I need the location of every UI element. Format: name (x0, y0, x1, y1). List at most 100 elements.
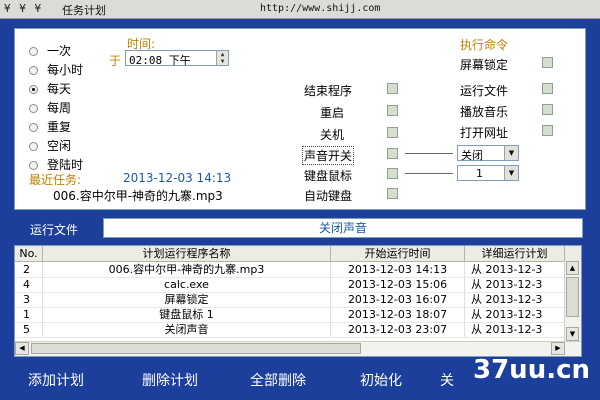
table-row[interactable]: 4 calc.exe 2013-12-03 15:06 从 2013-12-3 (15, 277, 565, 293)
action-sound-toggle-label: 声音开关 (302, 146, 355, 165)
row-no: 2 (15, 262, 43, 277)
app-icons: ¥ ¥ ¥ (4, 2, 43, 15)
col-detail-header[interactable]: 详细运行计划 (465, 246, 565, 261)
radio-label: 登陆时 (47, 158, 84, 172)
row-no: 4 (15, 277, 43, 292)
scroll-left-icon[interactable]: ◀ (15, 342, 29, 355)
scroll-up-icon[interactable]: ▲ (566, 261, 579, 275)
window-title: 任务计划 (62, 4, 106, 17)
spin-down-icon[interactable]: ▼ (221, 58, 225, 65)
close-button[interactable]: 关 (440, 370, 454, 390)
radio-repeat[interactable]: 重复 (29, 118, 71, 135)
action-auto-keyboard-checkbox[interactable] (387, 188, 398, 199)
recent-task-datetime: 2013-12-03 14:13 (123, 171, 232, 185)
radio-label: 每小时 (47, 63, 84, 77)
table-row[interactable]: 3 屏幕锁定 2013-12-03 16:07 从 2013-12-3 (15, 292, 565, 308)
radio-daily[interactable]: 每天 (29, 80, 71, 97)
row-detail: 从 2013-12-3 (465, 322, 565, 337)
row-time: 2013-12-03 15:06 (331, 277, 465, 292)
action-run-file-checkbox[interactable] (542, 83, 553, 94)
action-run-file-label: 运行文件 (460, 84, 509, 98)
delete-plan-button[interactable]: 删除计划 (142, 370, 198, 390)
action-restart-checkbox[interactable] (387, 105, 398, 116)
radio-once[interactable]: 一次 (29, 42, 71, 59)
action-screen-lock-checkbox[interactable] (542, 57, 553, 68)
row-name: 屏幕锁定 (43, 292, 331, 307)
radio-label: 重复 (47, 120, 72, 134)
run-file-label: 运行文件 (30, 223, 79, 237)
row-time: 2013-12-03 16:07 (331, 292, 465, 307)
table-row[interactable]: 2 006.容中尔甲-神奇的九寨.mp3 2013-12-03 14:13 从 … (15, 262, 565, 278)
scroll-down-icon[interactable]: ▼ (566, 327, 579, 341)
settings-panel: 时间: 于 02:08 下午 ▲ ▼ 一次 每小时 每天 每周 重复 空闲 登陆… (14, 28, 586, 210)
task-table: No. 计划运行程序名称 开始运行时间 详细运行计划 2 006.容中尔甲-神奇… (14, 245, 582, 357)
execute-command-header: 执行命令 (460, 38, 509, 52)
vertical-scrollbar[interactable]: ▲ ▼ (564, 261, 581, 341)
row-time: 2013-12-03 23:07 (331, 322, 465, 337)
add-plan-button[interactable]: 添加计划 (28, 370, 84, 390)
row-time: 2013-12-03 14:13 (331, 262, 465, 277)
row-detail: 从 2013-12-3 (465, 292, 565, 307)
row-no: 1 (15, 307, 43, 322)
action-open-url-checkbox[interactable] (542, 125, 553, 136)
row-no: 3 (15, 292, 43, 307)
table-header: No. 计划运行程序名称 开始运行时间 详细运行计划 (15, 246, 581, 262)
action-auto-keyboard-label: 自动键盘 (304, 189, 353, 203)
spin-up-icon[interactable]: ▲ (221, 51, 225, 58)
action-play-music-checkbox[interactable] (542, 104, 553, 115)
radio-weekly[interactable]: 每周 (29, 99, 71, 116)
kbd-mouse-select[interactable]: 1 ▼ (457, 165, 519, 181)
delete-all-button[interactable]: 全部删除 (250, 370, 306, 390)
row-detail: 从 2013-12-3 (465, 262, 565, 277)
row-name: calc.exe (43, 277, 331, 292)
action-shutdown-checkbox[interactable] (387, 127, 398, 138)
recent-task-file: 006.容中尔甲-神奇的九寨.mp3 (53, 189, 223, 203)
col-name-header[interactable]: 计划运行程序名称 (43, 246, 331, 261)
action-end-program-checkbox[interactable] (387, 83, 398, 94)
action-kbd-mouse-label: 键盘鼠标 (304, 169, 353, 183)
scroll-thumb[interactable] (566, 277, 579, 317)
action-open-url-label: 打开网址 (460, 126, 509, 140)
row-detail: 从 2013-12-3 (465, 307, 565, 322)
connector-line (405, 153, 453, 154)
run-file-field[interactable]: 关闭声音 (103, 218, 583, 238)
horizontal-scrollbar[interactable]: ◀ ▶ (15, 341, 581, 356)
radio-icon (29, 47, 38, 56)
sound-select[interactable]: 关闭 ▼ (457, 145, 519, 162)
site-url[interactable]: http://www.shijj.com (260, 3, 380, 14)
radio-hourly[interactable]: 每小时 (29, 61, 83, 78)
radio-selected-icon (29, 85, 38, 94)
kbd-mouse-select-value: 1 (476, 167, 483, 180)
chevron-down-icon[interactable]: ▼ (504, 166, 518, 180)
action-sound-toggle-checkbox[interactable] (387, 148, 398, 159)
radio-icon (29, 66, 38, 75)
action-restart-label: 重启 (320, 106, 345, 120)
col-time-header[interactable]: 开始运行时间 (331, 246, 465, 261)
time-spinner[interactable]: ▲ ▼ (216, 51, 228, 65)
col-no-header[interactable]: No. (15, 246, 43, 261)
row-detail: 从 2013-12-3 (465, 277, 565, 292)
time-picker[interactable]: 02:08 下午 ▲ ▼ (125, 50, 229, 67)
table-row[interactable]: 1 键盘鼠标 1 2013-12-03 18:07 从 2013-12-3 (15, 307, 565, 323)
scroll-thumb[interactable] (31, 343, 361, 354)
radio-label: 空闲 (47, 139, 72, 153)
connector-line (405, 173, 453, 174)
row-name: 006.容中尔甲-神奇的九寨.mp3 (43, 262, 331, 277)
row-name: 键盘鼠标 1 (43, 307, 331, 322)
initialize-button[interactable]: 初始化 (360, 370, 402, 390)
table-row[interactable]: 5 关闭声音 2013-12-03 23:07 从 2013-12-3 (15, 322, 565, 338)
radio-icon (29, 142, 38, 151)
sound-select-value: 关闭 (461, 149, 483, 162)
radio-idle[interactable]: 空闲 (29, 137, 71, 154)
radio-label: 一次 (47, 44, 72, 58)
scroll-right-icon[interactable]: ▶ (551, 342, 565, 355)
radio-label: 每周 (47, 101, 72, 115)
action-play-music-label: 播放音乐 (460, 105, 509, 119)
recent-task-label: 最近任务: (29, 173, 82, 187)
chevron-down-icon[interactable]: ▼ (504, 146, 518, 160)
radio-icon (29, 161, 38, 170)
watermark-logo: 37uu.cn (473, 355, 590, 385)
title-bar: ¥ ¥ ¥ 任务计划 http://www.shijj.com (0, 0, 600, 19)
action-kbd-mouse-checkbox[interactable] (387, 168, 398, 179)
action-screen-lock-label: 屏幕锁定 (460, 58, 509, 72)
